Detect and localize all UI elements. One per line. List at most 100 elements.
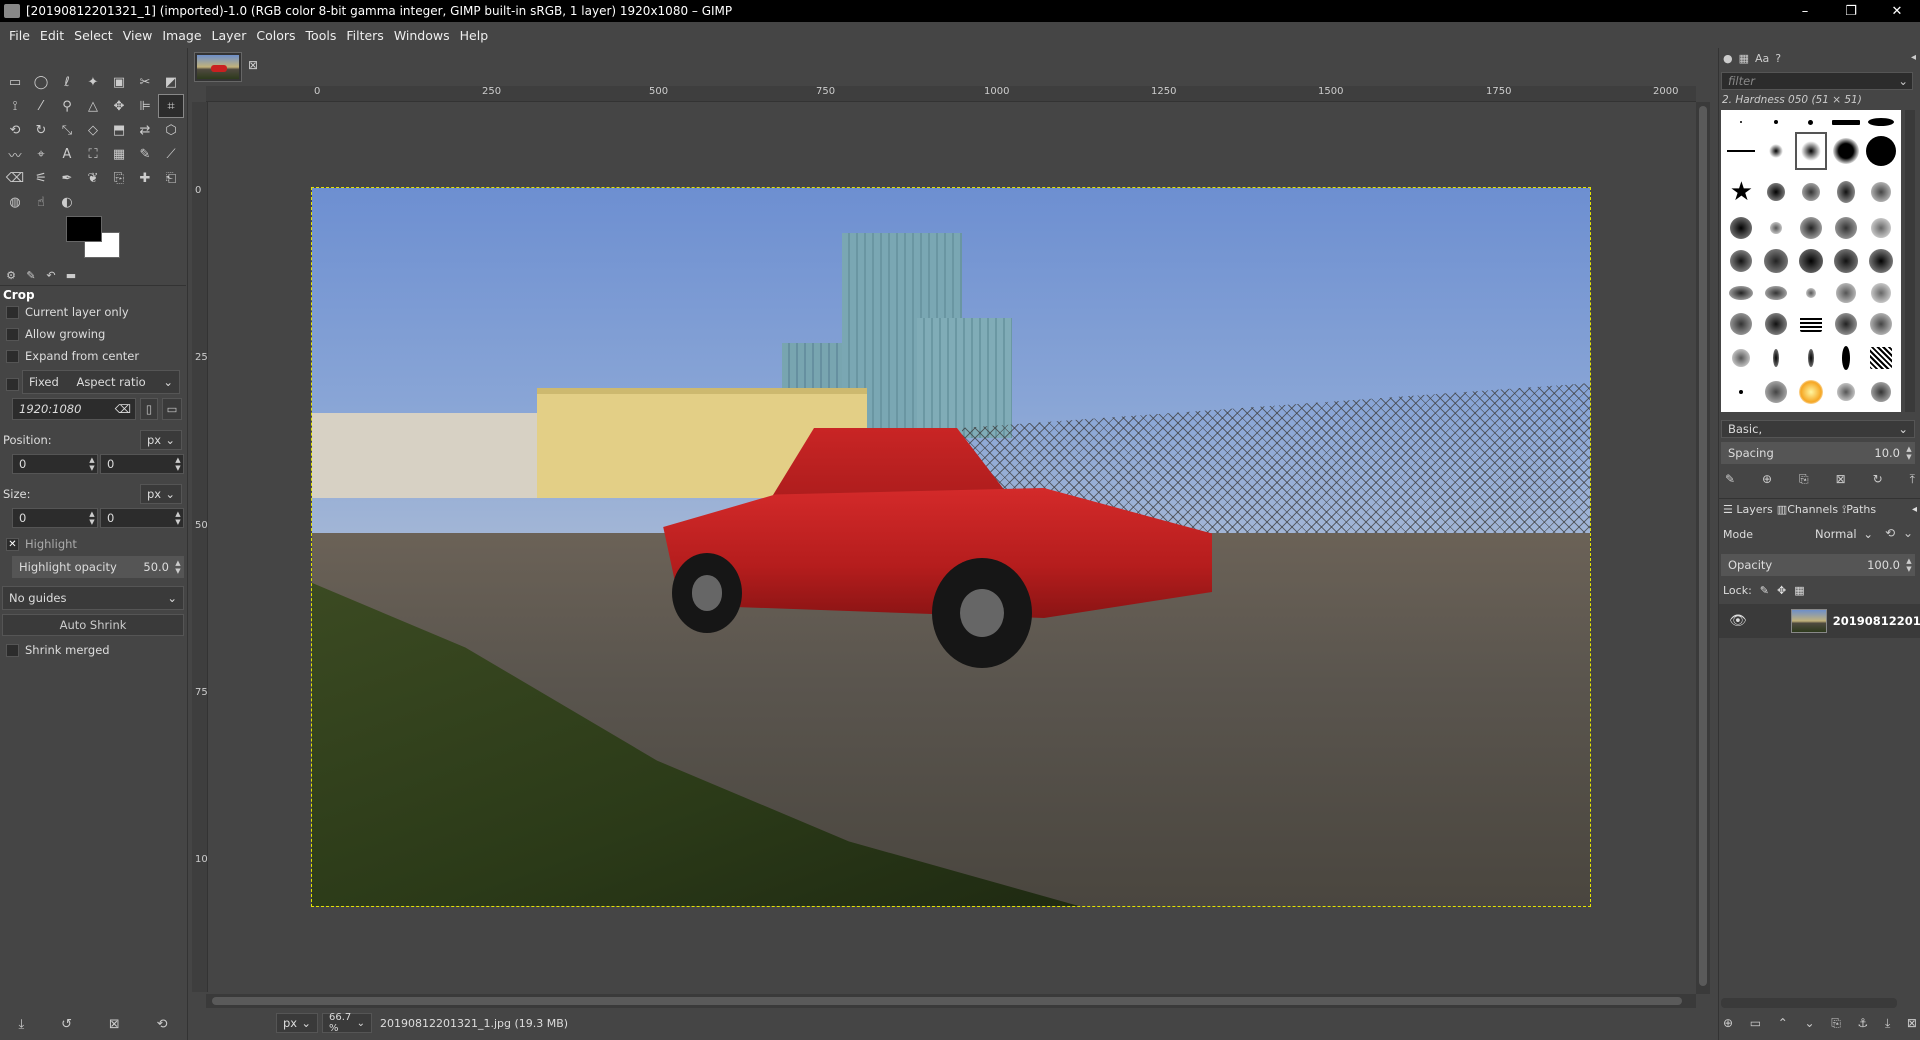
brush-item[interactable] — [1864, 114, 1897, 130]
move-icon[interactable]: ✥ — [106, 94, 132, 118]
document-history-tab-icon[interactable]: ? — [1775, 52, 1781, 65]
aspect-ratio-field[interactable]: 1920:1080 ⌫ — [12, 398, 136, 420]
brush-item[interactable] — [1795, 279, 1828, 307]
brush-item[interactable] — [1725, 309, 1758, 339]
blur-icon[interactable]: ◍ — [2, 190, 28, 214]
lock-pixels-icon[interactable]: ✎ — [1760, 584, 1769, 597]
brush-item[interactable] — [1829, 114, 1862, 130]
fg-bg-colors[interactable] — [66, 216, 122, 262]
clear-field-icon[interactable]: ⌫ — [115, 402, 131, 416]
channels-tab[interactable]: ▥Channels — [1777, 503, 1838, 516]
brush-item[interactable] — [1725, 342, 1758, 374]
brush-scrollbar[interactable] — [1905, 110, 1915, 412]
expand-from-center-checkbox[interactable] — [6, 349, 19, 363]
horizontal-scrollbar[interactable] — [206, 994, 1696, 1008]
spin-arrows-icon[interactable]: ▲ ▼ — [1904, 443, 1914, 463]
scissors-icon[interactable]: ✂ — [132, 70, 158, 94]
size-width-field[interactable]: 0 ▲ ▼ — [12, 508, 98, 528]
menu-image[interactable]: Image — [157, 28, 206, 43]
ink-icon[interactable]: ✒ — [54, 166, 80, 190]
brush-item[interactable] — [1795, 172, 1828, 210]
spin-arrows-icon[interactable]: ▲ ▼ — [173, 557, 183, 577]
position-unit-combo[interactable]: px ⌄ — [140, 430, 182, 450]
delete-brush-icon[interactable]: ⊠ — [1836, 472, 1846, 487]
brush-item[interactable] — [1864, 309, 1897, 339]
new-layer-group-icon[interactable]: ▭ — [1750, 1016, 1761, 1031]
refresh-brushes-icon[interactable]: ↻ — [1873, 472, 1883, 487]
brush-item[interactable] — [1760, 342, 1793, 374]
save-options-icon[interactable]: ⤓ — [18, 1017, 24, 1032]
rotate-icon[interactable]: ↻ — [28, 118, 54, 142]
menu-view[interactable]: View — [118, 28, 158, 43]
menu-select[interactable]: Select — [69, 28, 118, 43]
canvas-area[interactable] — [208, 102, 1696, 992]
brush-item[interactable] — [1725, 114, 1758, 130]
lock-position-icon[interactable]: ✥ — [1777, 584, 1786, 597]
open-brush-as-image-icon[interactable]: ⤒ — [1910, 472, 1915, 487]
fixed-checkbox[interactable] — [6, 378, 19, 391]
brush-item[interactable] — [1829, 279, 1862, 307]
duplicate-layer-icon[interactable]: ⎘ — [1831, 1016, 1841, 1031]
guides-combo[interactable]: No guides ⌄ — [2, 586, 184, 610]
undo-history-tab-icon[interactable]: ↶ — [44, 269, 58, 283]
delete-layer-icon[interactable]: ⊠ — [1907, 1016, 1917, 1031]
allow-growing-option[interactable]: Allow growing — [0, 324, 186, 344]
airbrush-icon[interactable]: ⚟ — [28, 166, 54, 190]
lower-layer-icon[interactable]: ⌄ — [1804, 1016, 1814, 1031]
shear-icon[interactable]: ◇ — [80, 118, 106, 142]
layer-opacity-slider[interactable]: Opacity 100.0 ▲ ▼ — [1721, 554, 1915, 576]
spin-arrows-icon[interactable]: ▲ ▼ — [173, 509, 183, 527]
layer-row[interactable]: 👁 20190812201 — [1719, 604, 1920, 638]
brush-item[interactable] — [1864, 245, 1897, 277]
handle-transform-icon[interactable]: ⌖ — [28, 142, 54, 166]
paths-tab[interactable]: ⟟Paths — [1842, 503, 1876, 517]
brushes-tab-icon[interactable]: ● — [1723, 52, 1733, 65]
brush-item[interactable] — [1795, 309, 1828, 339]
heal-icon[interactable]: ✚ — [132, 166, 158, 190]
brush-item[interactable] — [1829, 172, 1862, 210]
pencil-icon[interactable]: ✎ — [132, 142, 158, 166]
current-layer-only-option[interactable]: Current layer only — [0, 302, 186, 322]
close-button[interactable]: ✕ — [1874, 0, 1920, 22]
brush-item[interactable] — [1725, 376, 1758, 408]
chevron-down-icon[interactable]: ⌄ — [1903, 526, 1913, 540]
brush-item[interactable] — [1795, 213, 1828, 243]
shrink-merged-checkbox[interactable] — [6, 643, 19, 657]
position-x-field[interactable]: 0 ▲ ▼ — [12, 454, 98, 474]
spin-arrows-icon[interactable]: ▲ ▼ — [173, 455, 183, 473]
auto-shrink-button[interactable]: Auto Shrink — [2, 614, 184, 636]
free-select-icon[interactable]: ℓ — [54, 70, 80, 94]
brush-item[interactable] — [1829, 376, 1862, 408]
brush-item[interactable] — [1725, 213, 1758, 243]
brush-item[interactable] — [1725, 279, 1758, 307]
layer-mode-combo[interactable]: Normal ⌄ — [1809, 524, 1879, 544]
reset-options-icon[interactable]: ⟲ — [157, 1017, 168, 1032]
scrollbar-thumb[interactable] — [1699, 106, 1707, 986]
brush-grid[interactable]: ★ — [1721, 110, 1901, 412]
foreground-color[interactable] — [66, 216, 102, 242]
perspective-icon[interactable]: ⬒ — [106, 118, 132, 142]
select-by-color-icon[interactable]: ▣ — [106, 70, 132, 94]
ellipse-select-icon[interactable]: ◯ — [28, 70, 54, 94]
scrollbar-thumb[interactable] — [212, 997, 1682, 1005]
edit-brush-icon[interactable]: ✎ — [1725, 472, 1735, 487]
image-tab[interactable] — [194, 52, 242, 82]
menu-tools[interactable]: Tools — [301, 28, 342, 43]
unit-combo[interactable]: px ⌄ — [276, 1013, 318, 1033]
horizontal-ruler[interactable]: 0 250 500 750 1000 1250 1500 1750 2000 — [206, 86, 1696, 102]
brush-item[interactable] — [1760, 213, 1793, 243]
brush-item[interactable] — [1864, 172, 1897, 210]
brush-item[interactable] — [1829, 132, 1862, 170]
brush-item[interactable] — [1760, 132, 1793, 170]
brush-item[interactable] — [1829, 309, 1862, 339]
menu-colors[interactable]: Colors — [251, 28, 300, 43]
spin-arrows-icon[interactable]: ▲ ▼ — [87, 509, 97, 527]
menu-help[interactable]: Help — [455, 28, 494, 43]
eye-icon[interactable]: 👁 — [1729, 613, 1747, 629]
zoom-icon[interactable]: ⚲ — [54, 94, 80, 118]
brush-item[interactable] — [1795, 114, 1828, 130]
dock-menu-icon[interactable]: ◂ — [1912, 504, 1917, 515]
brush-item[interactable] — [1760, 376, 1793, 408]
brush-item[interactable] — [1829, 342, 1862, 374]
highlight-option[interactable]: ✕ Highlight — [0, 534, 186, 554]
